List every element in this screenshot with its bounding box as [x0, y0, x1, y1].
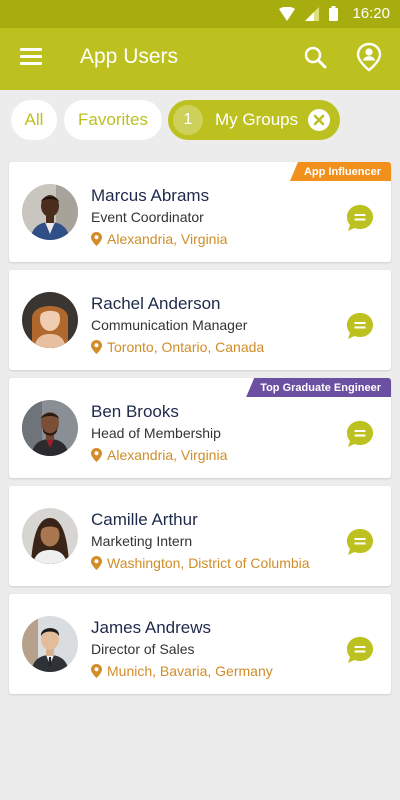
location-pin-icon [91, 448, 102, 462]
user-name: Rachel Anderson [91, 294, 221, 313]
location-pin-icon [91, 664, 102, 678]
user-role: Head of Membership [91, 425, 221, 441]
search-icon [304, 46, 327, 69]
user-badge: App Influencer [289, 162, 391, 181]
chat-button[interactable] [346, 420, 374, 448]
page-title: App Users [80, 45, 179, 68]
user-location-text: Alexandria, Virginia [107, 447, 228, 463]
filter-my-groups-chip[interactable]: 1 My Groups [168, 100, 340, 140]
user-badge: Top Graduate Engineer [246, 378, 391, 397]
user-location-text: Alexandria, Virginia [107, 231, 228, 247]
signal-icon [305, 6, 320, 21]
profile-location-button[interactable] [356, 42, 382, 72]
close-icon [313, 114, 325, 126]
user-location-text: Munich, Bavaria, Germany [107, 663, 273, 679]
hamburger-menu-icon[interactable] [20, 48, 42, 68]
chat-button[interactable] [346, 204, 374, 232]
chat-icon [347, 421, 373, 447]
filter-bar: All Favorites 1 My Groups [0, 100, 400, 140]
location-pin-icon [91, 556, 102, 570]
avatar [22, 616, 78, 672]
groups-count-badge: 1 [173, 105, 203, 135]
status-bar: 16:20 [0, 0, 400, 28]
user-location: Toronto, Ontario, Canada [91, 339, 264, 355]
wifi-icon [279, 6, 296, 21]
clear-filter-button[interactable] [308, 109, 330, 131]
search-button[interactable] [303, 45, 329, 71]
user-location: Alexandria, Virginia [91, 447, 227, 463]
app-bar: App Users [0, 28, 400, 90]
user-role: Communication Manager [91, 317, 248, 333]
avatar [22, 184, 78, 240]
user-role: Event Coordinator [91, 209, 204, 225]
status-time: 16:20 [352, 5, 390, 22]
user-location: Munich, Bavaria, Germany [91, 663, 273, 679]
chat-button[interactable] [346, 528, 374, 556]
user-name: James Andrews [91, 618, 211, 637]
user-list: App Influencer Marcus Abrams Event Coord… [9, 162, 391, 702]
chat-button[interactable] [346, 636, 374, 664]
user-location-text: Washington, District of Columbia [107, 555, 310, 571]
battery-icon [329, 6, 339, 21]
chat-icon [347, 637, 373, 663]
user-card[interactable]: James Andrews Director of Sales Munich, … [9, 594, 391, 694]
user-location-text: Toronto, Ontario, Canada [107, 339, 265, 355]
chat-button[interactable] [346, 312, 374, 340]
filter-favorites-chip[interactable]: Favorites [64, 100, 162, 140]
user-card[interactable]: Camille Arthur Marketing Intern Washingt… [9, 486, 391, 586]
chat-icon [347, 313, 373, 339]
user-card[interactable]: Rachel Anderson Communication Manager To… [9, 270, 391, 370]
status-icons: 16:20 [279, 5, 390, 22]
location-pin-icon [91, 340, 102, 354]
chat-icon [347, 205, 373, 231]
user-role: Marketing Intern [91, 533, 193, 549]
user-name: Camille Arthur [91, 510, 198, 529]
avatar [22, 400, 78, 456]
user-name: Marcus Abrams [91, 186, 210, 205]
location-user-icon [356, 42, 382, 72]
user-name: Ben Brooks [91, 402, 179, 421]
user-location: Alexandria, Virginia [91, 231, 227, 247]
location-pin-icon [91, 232, 102, 246]
user-card[interactable]: Top Graduate Engineer Ben Brooks Head of… [9, 378, 391, 478]
chat-icon [347, 529, 373, 555]
avatar [22, 292, 78, 348]
groups-chip-label: My Groups [215, 110, 299, 129]
avatar [22, 508, 78, 564]
filter-all-chip[interactable]: All [11, 100, 57, 140]
user-role: Director of Sales [91, 641, 195, 657]
user-card[interactable]: App Influencer Marcus Abrams Event Coord… [9, 162, 391, 262]
user-location: Washington, District of Columbia [91, 555, 310, 571]
